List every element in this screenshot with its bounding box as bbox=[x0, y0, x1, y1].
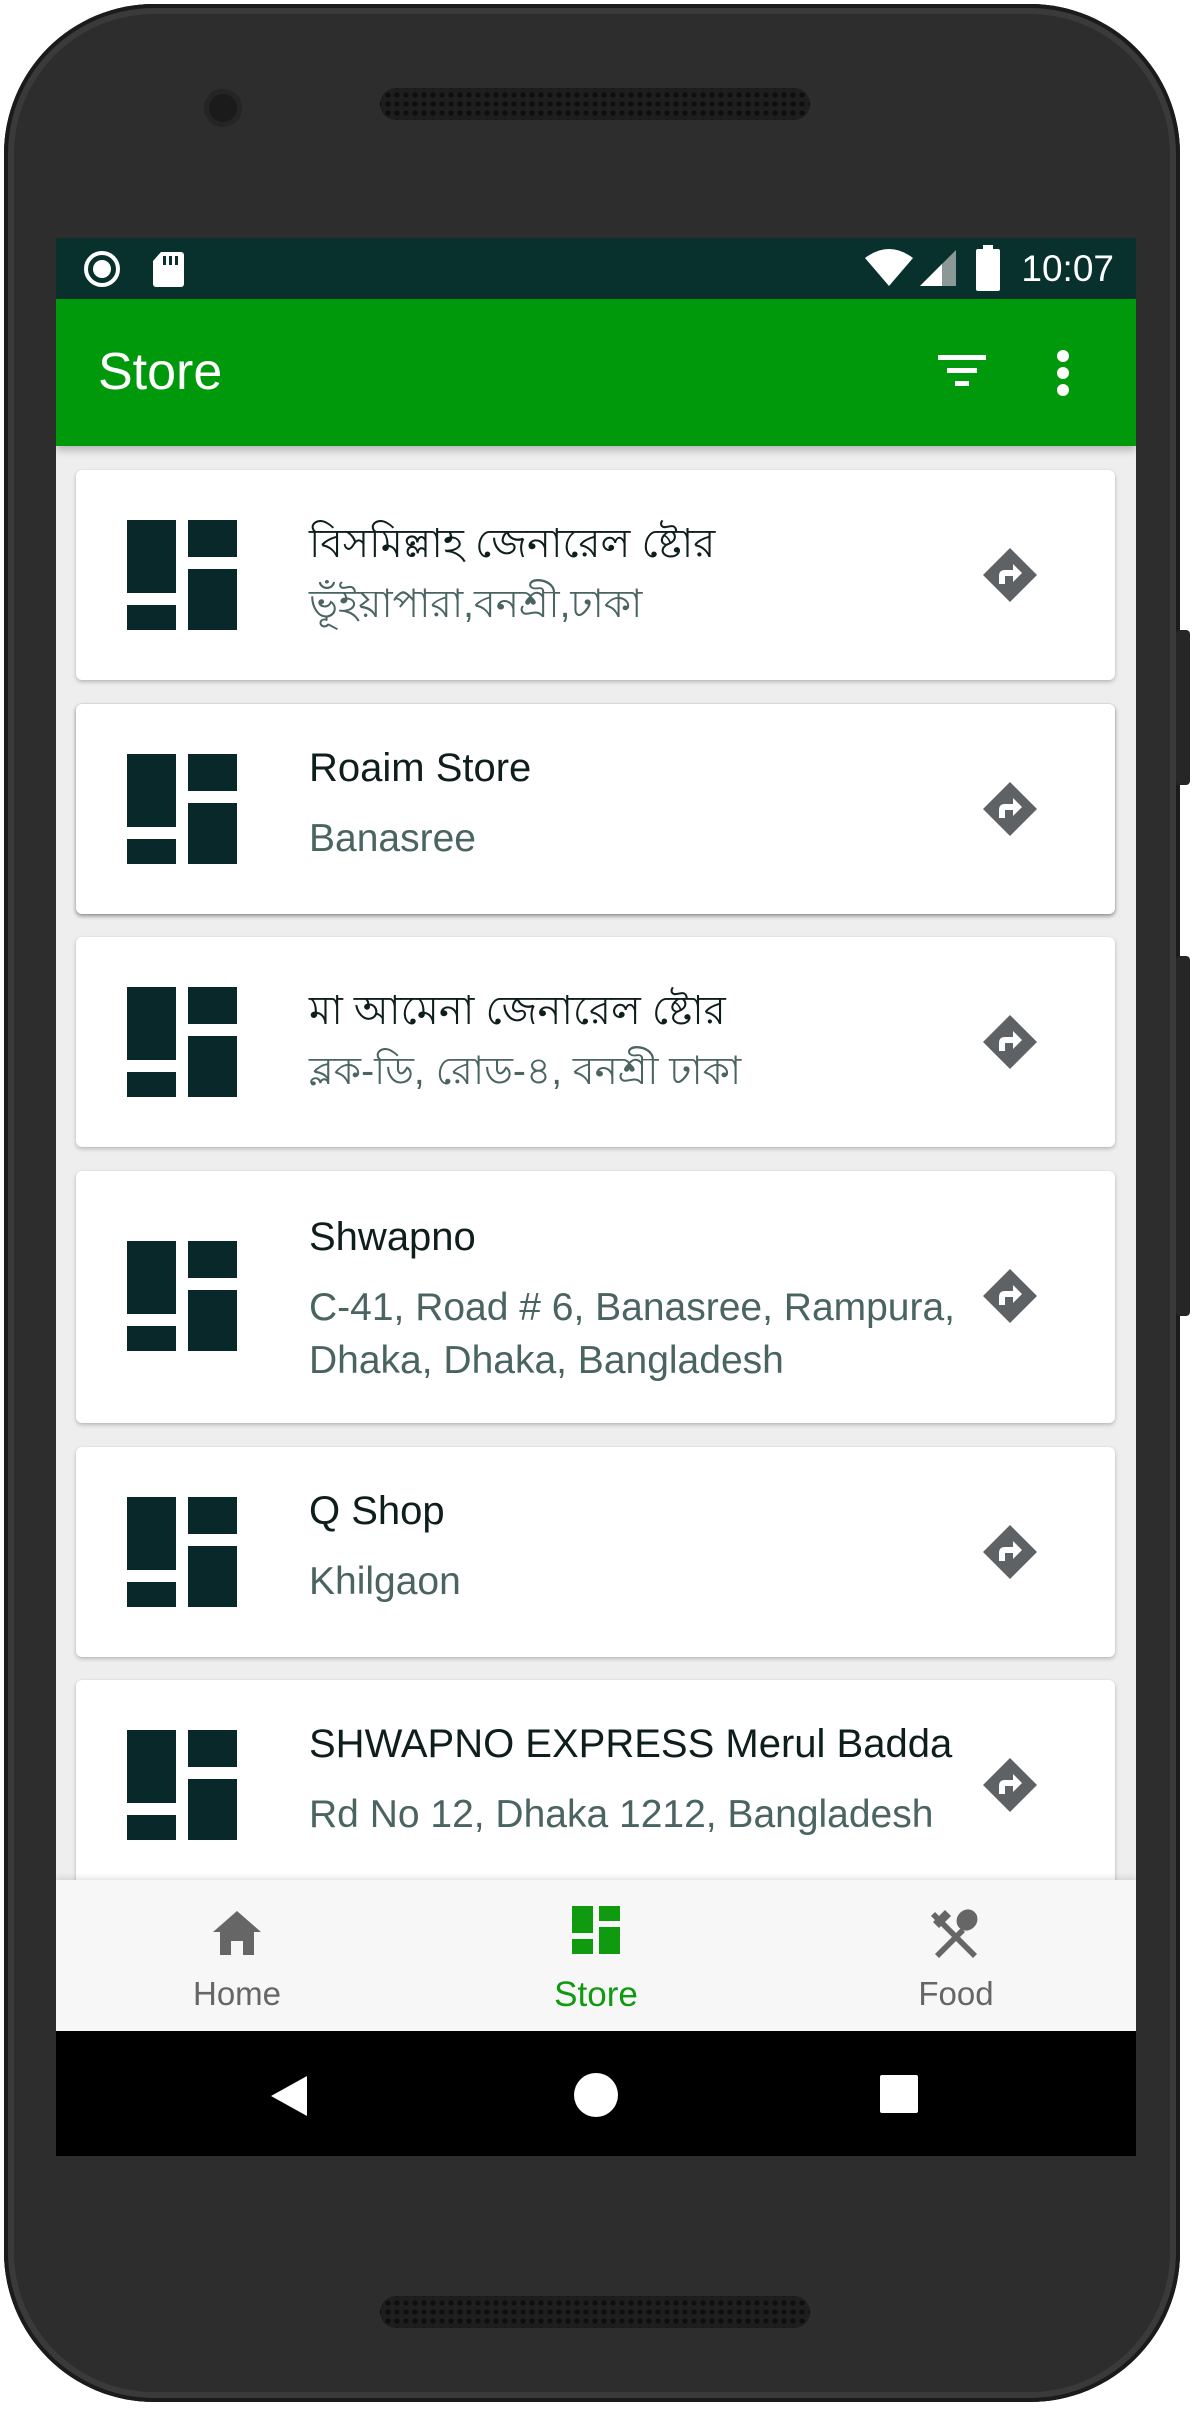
bottom-speaker bbox=[380, 2296, 810, 2328]
directions-icon[interactable] bbox=[982, 1524, 1038, 1580]
sd-card-icon bbox=[153, 252, 184, 287]
store-card[interactable]: Q Shop Khilgaon bbox=[76, 1447, 1115, 1657]
status-bar: 10:07 bbox=[56, 238, 1136, 299]
directions-icon[interactable] bbox=[982, 547, 1038, 603]
status-time: 10:07 bbox=[1021, 248, 1114, 289]
store-icon bbox=[127, 987, 237, 1097]
store-address: Khilgaon bbox=[309, 1560, 461, 1603]
store-name: মা আমেনা জেনারেল ষ্টোর bbox=[309, 989, 726, 1033]
power-button bbox=[1176, 630, 1190, 785]
nav-label: Home bbox=[192, 1975, 282, 2012]
restaurant-icon bbox=[931, 1909, 978, 1958]
directions-icon[interactable] bbox=[982, 1757, 1038, 1813]
filter-icon[interactable] bbox=[938, 351, 986, 391]
app-bar: Store bbox=[56, 299, 1136, 446]
home-icon bbox=[213, 1911, 261, 1955]
store-icon bbox=[127, 754, 237, 864]
store-list: বিসমিল্লাহ জেনারেল ষ্টোর ভূঁইয়াপারা,বনশ… bbox=[56, 446, 1136, 2113]
store-icon bbox=[127, 1497, 237, 1607]
directions-icon[interactable] bbox=[982, 781, 1038, 837]
nav-label: Store bbox=[554, 1975, 638, 2014]
store-card[interactable]: SHWAPNO EXPRESS Merul Badda Rd No 12, Dh… bbox=[76, 1680, 1115, 1890]
store-name: বিসমিল্লাহ জেনারেল ষ্টোর bbox=[309, 522, 716, 566]
store-card[interactable]: বিসমিল্লাহ জেনারেল ষ্টোর ভূঁইয়াপারা,বনশ… bbox=[76, 470, 1115, 680]
screen: 10:07 Store বিসমিল্লাহ জেনারেল ষ্টোর ভূঁ… bbox=[56, 238, 1136, 2156]
dashboard-icon bbox=[572, 1906, 620, 1954]
store-icon bbox=[127, 1241, 237, 1351]
store-card[interactable]: Roaim Store Banasree bbox=[76, 704, 1115, 914]
recents-icon[interactable] bbox=[879, 2074, 919, 2114]
store-address: ভূঁইয়াপারা,বনশ্রী,ঢাকা bbox=[309, 583, 643, 626]
battery-icon bbox=[976, 245, 1000, 291]
page-title: Store bbox=[98, 343, 223, 401]
directions-icon[interactable] bbox=[982, 1268, 1038, 1324]
phone-frame: 10:07 Store বিসমিল্লাহ জেনারেল ষ্টোর ভূঁ… bbox=[4, 4, 1190, 2402]
store-name: SHWAPNO EXPRESS Merul Badda bbox=[309, 1722, 953, 1766]
nav-item-home[interactable]: Home bbox=[127, 1880, 347, 2031]
store-name: Shwapno bbox=[309, 1215, 476, 1259]
store-card[interactable]: Shwapno C-41, Road # 6, Banasree, Rampur… bbox=[76, 1171, 1115, 1423]
volume-button bbox=[1176, 956, 1190, 1316]
directions-icon[interactable] bbox=[982, 1014, 1038, 1070]
store-address: ব্লক-ডি, রোড-৪, বনশ্রী ঢাকা bbox=[309, 1050, 742, 1093]
store-address: C-41, Road # 6, Banasree, Rampura, Dhaka… bbox=[309, 1286, 956, 1382]
store-icon bbox=[127, 520, 237, 630]
front-camera bbox=[204, 89, 242, 127]
store-name: Roaim Store bbox=[309, 746, 532, 790]
sync-icon bbox=[84, 251, 120, 287]
signal-icon bbox=[920, 250, 956, 286]
home-circle-icon[interactable] bbox=[573, 2072, 619, 2118]
store-address: Banasree bbox=[309, 817, 476, 860]
store-name: Q Shop bbox=[309, 1489, 445, 1533]
bottom-navigation: Home Store Food bbox=[56, 1880, 1136, 2031]
back-icon[interactable] bbox=[269, 2074, 309, 2118]
store-address: Rd No 12, Dhaka 1212, Bangladesh bbox=[309, 1793, 934, 1836]
wifi-icon bbox=[865, 249, 913, 286]
store-icon bbox=[127, 1730, 237, 1840]
more-vert-icon[interactable] bbox=[1056, 349, 1070, 397]
nav-item-food[interactable]: Food bbox=[846, 1880, 1066, 2031]
system-navigation-bar bbox=[56, 2031, 1136, 2156]
earpiece-speaker bbox=[380, 88, 810, 120]
nav-item-store[interactable]: Store bbox=[486, 1880, 706, 2031]
nav-label: Food bbox=[918, 1975, 994, 2012]
store-card[interactable]: মা আমেনা জেনারেল ষ্টোর ব্লক-ডি, রোড-৪, ব… bbox=[76, 937, 1115, 1147]
